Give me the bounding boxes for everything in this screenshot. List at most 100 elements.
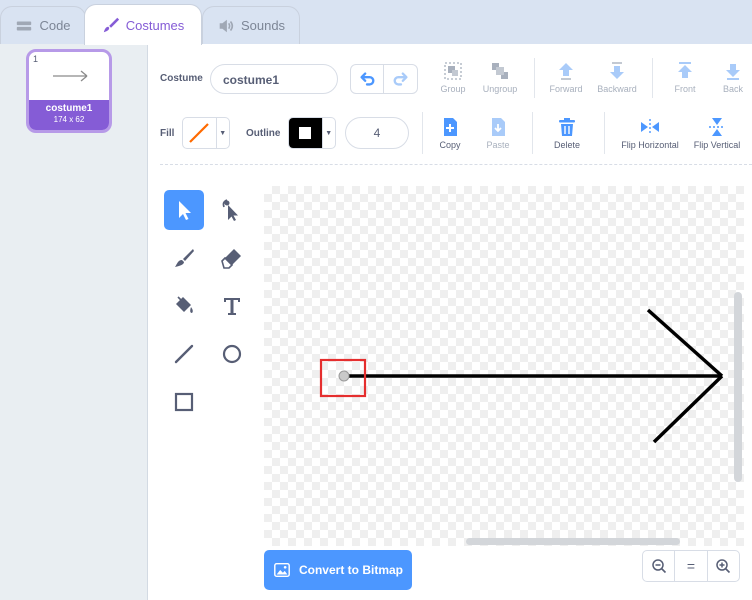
- speaker-icon: [219, 19, 234, 32]
- undo-redo-group: [350, 64, 418, 94]
- paste-button[interactable]: Paste: [482, 116, 514, 150]
- flip-vertical-icon: [709, 118, 725, 136]
- tab-code[interactable]: Code: [0, 6, 86, 44]
- reshape-icon: [222, 199, 238, 221]
- tab-bar: Code Costumes Sounds: [0, 0, 752, 45]
- ungroup-label: Ungroup: [482, 84, 518, 94]
- tab-costumes-label: Costumes: [125, 17, 185, 33]
- copy-icon: [444, 118, 457, 136]
- circle-icon: [222, 344, 242, 364]
- horizontal-scrollbar[interactable]: [466, 538, 680, 545]
- tab-sounds-label: Sounds: [240, 18, 286, 33]
- redo-button[interactable]: [384, 65, 417, 93]
- eraser-icon: [221, 249, 241, 269]
- delete-button[interactable]: Delete: [548, 116, 586, 150]
- costume-name: costume1: [45, 103, 93, 114]
- outline-swatch: [289, 118, 322, 148]
- flip-horizontal-button[interactable]: Flip Horizontal: [616, 116, 684, 150]
- divider: [422, 112, 423, 154]
- image-icon: [274, 562, 290, 578]
- brush-icon: [175, 249, 194, 267]
- divider: [532, 112, 533, 154]
- costume-thumbnail: [53, 70, 88, 82]
- paste-icon: [492, 118, 505, 136]
- backward-button[interactable]: Backward: [594, 60, 640, 94]
- zoom-out-button[interactable]: [643, 551, 676, 581]
- convert-to-bitmap-button[interactable]: Convert to Bitmap: [264, 550, 412, 590]
- group-button[interactable]: Group: [436, 60, 470, 94]
- trash-icon: [559, 118, 575, 136]
- group-label: Group: [440, 84, 466, 94]
- forward-button[interactable]: Forward: [546, 60, 586, 94]
- line-tool[interactable]: [164, 334, 204, 374]
- arrow-head-bottom[interactable]: [652, 374, 724, 444]
- tab-code-label: Code: [39, 18, 71, 33]
- arrow-head-top[interactable]: [646, 308, 724, 378]
- costume-info: costume1 174 x 62: [29, 100, 109, 130]
- circle-tool[interactable]: [212, 334, 252, 374]
- rectangle-icon: [174, 392, 194, 412]
- paint-editor: Costume costume1 Group Ungroup Forward B…: [148, 44, 752, 600]
- no-fill-icon: [189, 123, 210, 143]
- fill-dropdown-arrow[interactable]: ▼: [215, 118, 229, 148]
- copy-button[interactable]: Copy: [434, 116, 466, 150]
- delete-label: Delete: [553, 140, 580, 150]
- zoom-in-icon: [716, 559, 731, 574]
- reshape-tool[interactable]: [212, 190, 252, 230]
- flip-vertical-label: Flip Vertical: [693, 140, 741, 150]
- text-tool[interactable]: [212, 286, 252, 326]
- costume-card[interactable]: 1 costume1 174 x 62: [26, 49, 112, 133]
- back-button[interactable]: Back: [716, 60, 750, 94]
- fill-color-picker[interactable]: ▼: [182, 117, 230, 149]
- front-label: Front: [674, 84, 696, 94]
- undo-icon: [360, 72, 375, 86]
- costume-label: Costume: [160, 73, 203, 84]
- flip-vertical-button[interactable]: Flip Vertical: [690, 116, 744, 150]
- line-icon: [174, 344, 194, 364]
- ungroup-button[interactable]: Ungroup: [480, 60, 520, 94]
- redo-icon: [393, 72, 408, 86]
- outline-dropdown-arrow[interactable]: ▼: [321, 118, 335, 148]
- outline-color-picker[interactable]: ▼: [288, 117, 336, 149]
- costume-list: 1 costume1 174 x 62: [0, 44, 148, 600]
- eraser-tool[interactable]: [212, 238, 252, 278]
- undo-button[interactable]: [351, 65, 385, 93]
- group-icon: [444, 62, 462, 80]
- convert-label: Convert to Bitmap: [298, 563, 403, 577]
- arrow-drawing: [319, 308, 724, 444]
- paste-label: Paste: [486, 140, 510, 150]
- forward-label: Forward: [549, 84, 583, 94]
- front-button[interactable]: Front: [668, 60, 702, 94]
- rectangle-tool[interactable]: [164, 382, 204, 422]
- divider: [604, 112, 605, 154]
- select-tool[interactable]: [164, 190, 204, 230]
- tab-costumes[interactable]: Costumes: [84, 4, 202, 45]
- rotation-center-marker[interactable]: [338, 370, 350, 382]
- backward-icon: [610, 62, 624, 79]
- zoom-out-icon: [651, 559, 666, 574]
- back-icon: [726, 64, 740, 80]
- outline-label: Outline: [246, 128, 281, 139]
- divider: [652, 58, 653, 98]
- vertical-scrollbar[interactable]: [734, 292, 742, 482]
- zoom-reset-button[interactable]: =: [675, 551, 708, 581]
- ungroup-icon: [492, 63, 508, 79]
- fill-swatch: [183, 118, 216, 148]
- fill-label: Fill: [160, 128, 175, 139]
- flip-horizontal-label: Flip Horizontal: [621, 140, 679, 150]
- text-icon: [224, 298, 240, 315]
- fill-bucket-icon: [176, 296, 193, 313]
- outline-width-input[interactable]: 4: [345, 117, 409, 149]
- tab-sounds[interactable]: Sounds: [202, 6, 300, 44]
- flip-horizontal-icon: [641, 119, 659, 135]
- brush-tool[interactable]: [164, 238, 204, 278]
- fill-tool[interactable]: [164, 286, 204, 326]
- toolbar-divider: [160, 164, 752, 165]
- divider: [534, 58, 535, 98]
- backward-label: Backward: [597, 84, 637, 94]
- zoom-controls: =: [642, 550, 740, 582]
- drawing-canvas[interactable]: [264, 186, 744, 546]
- back-label: Back: [722, 84, 743, 94]
- costume-name-input[interactable]: costume1: [210, 64, 338, 94]
- zoom-in-button[interactable]: [708, 551, 739, 581]
